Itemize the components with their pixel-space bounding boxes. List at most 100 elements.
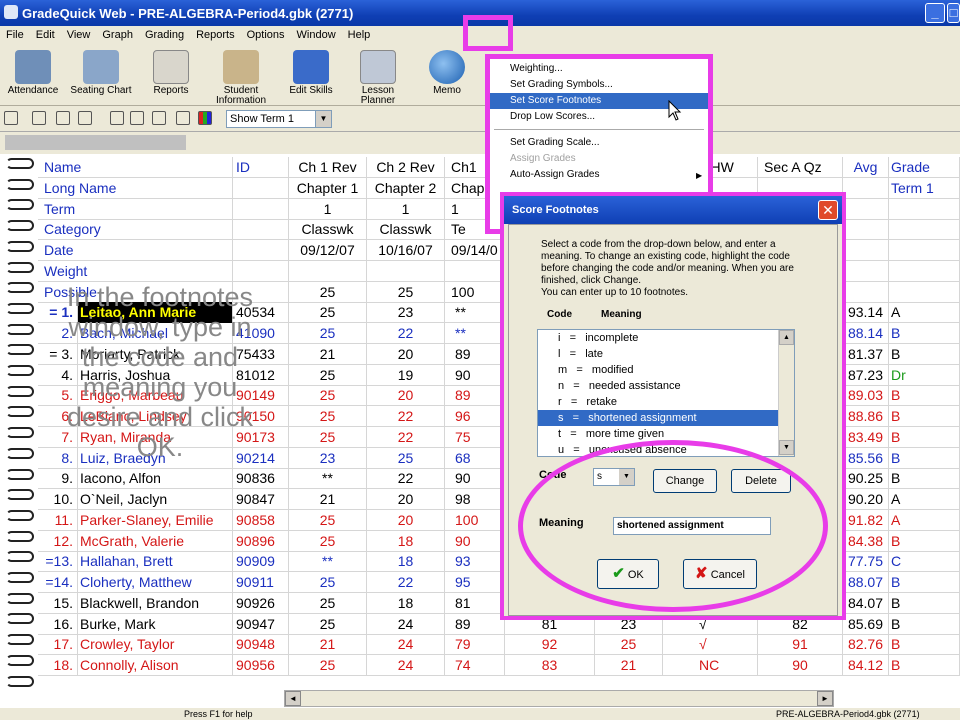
- cell-name[interactable]: Burke, Mark: [78, 613, 233, 635]
- list-item[interactable]: n = needed assistance: [538, 378, 778, 394]
- cell-label[interactable]: Weight: [38, 260, 233, 282]
- cell-avg[interactable]: [843, 281, 889, 303]
- chevron-down-icon[interactable]: ▼: [315, 111, 331, 127]
- cell-c2[interactable]: 20: [367, 343, 445, 365]
- cell-name[interactable]: Crowley, Taylor: [78, 634, 233, 656]
- cell-c2[interactable]: 20: [367, 489, 445, 510]
- cell-id[interactable]: 90896: [233, 530, 289, 552]
- cell-name[interactable]: Iacono, Alfon: [78, 468, 233, 490]
- cell-name[interactable]: Connolly, Alison: [78, 655, 233, 676]
- cell-c1[interactable]: **: [289, 468, 367, 490]
- cell-grade[interactable]: B: [889, 592, 960, 614]
- cell-num[interactable]: =14.: [38, 572, 78, 593]
- cell-name[interactable]: Cloherty, Matthew: [78, 572, 233, 593]
- cell-avg[interactable]: 84.38: [843, 530, 889, 552]
- cell-c1[interactable]: 21: [289, 634, 367, 656]
- cell-ch2rev[interactable]: Classwk: [367, 219, 445, 241]
- cell-c3[interactable]: 68: [445, 447, 505, 469]
- menu-grading[interactable]: Grading: [139, 29, 190, 41]
- cell-grade[interactable]: B: [889, 530, 960, 552]
- menu-options[interactable]: Options: [241, 29, 291, 41]
- term-select[interactable]: Show Term 1 ▼: [226, 110, 332, 128]
- cell-num[interactable]: 17.: [38, 634, 78, 656]
- cell-grade[interactable]: B: [889, 447, 960, 469]
- cell-id[interactable]: 90947: [233, 613, 289, 635]
- close-icon[interactable]: ✕: [818, 200, 838, 220]
- cell-c1[interactable]: 25: [289, 655, 367, 676]
- cell-grade[interactable]: B: [889, 323, 960, 344]
- cell-grade[interactable]: B: [889, 613, 960, 635]
- cell-c3[interactable]: 93: [445, 551, 505, 573]
- cell-c1[interactable]: 25: [289, 385, 367, 407]
- minimize-button[interactable]: _: [925, 3, 945, 23]
- cell-avg[interactable]: 85.56: [843, 447, 889, 469]
- cell-c2[interactable]: 24: [367, 613, 445, 635]
- cell-avg[interactable]: 88.07: [843, 572, 889, 593]
- cell-c3[interactable]: 89: [445, 343, 505, 365]
- cell-c2[interactable]: 20: [367, 509, 445, 531]
- cell-c1[interactable]: 25: [289, 364, 367, 386]
- cell-num[interactable]: 15.: [38, 592, 78, 614]
- cell-c3[interactable]: **: [445, 323, 505, 344]
- shuffle-icon[interactable]: [78, 111, 92, 125]
- edit-skills-button[interactable]: Edit Skills: [280, 50, 342, 96]
- cell-label[interactable]: Category: [38, 219, 233, 241]
- menu-item-grading-symbols[interactable]: Set Grading Symbols...: [490, 77, 708, 93]
- memo-button[interactable]: Memo: [416, 50, 478, 96]
- cell-num[interactable]: 11.: [38, 509, 78, 531]
- cell-c1[interactable]: 21: [289, 343, 367, 365]
- cell-ch1[interactable]: 100: [445, 281, 505, 303]
- arrow-down-icon[interactable]: [56, 111, 70, 125]
- cell-grade[interactable]: A: [889, 489, 960, 510]
- cell-ch1rev[interactable]: 1: [289, 198, 367, 220]
- list-item[interactable]: m = modified: [538, 362, 778, 378]
- cell-avg[interactable]: 82.76: [843, 634, 889, 656]
- list-scrollbar[interactable]: ▲ ▼: [778, 330, 794, 456]
- footnotes-list[interactable]: i = incomplete l = late m = modified n =…: [537, 329, 795, 457]
- cell-c2[interactable]: 22: [367, 426, 445, 448]
- cell-label[interactable]: Name: [38, 157, 233, 178]
- cell-c7[interactable]: 90: [758, 655, 843, 676]
- cell-c2[interactable]: 25: [367, 447, 445, 469]
- cell-grade[interactable]: B: [889, 468, 960, 490]
- attendance-button[interactable]: Attendance: [2, 50, 64, 96]
- cell-grade[interactable]: B: [889, 572, 960, 593]
- cell-avg[interactable]: 91.82: [843, 509, 889, 531]
- cell-ch1rev[interactable]: Chapter 1: [289, 177, 367, 199]
- cell-num[interactable]: 12.: [38, 530, 78, 552]
- cell-c2[interactable]: 18: [367, 551, 445, 573]
- table-row[interactable]: 17. Crowley, Taylor 90948 21 24 79 92 25 √ 91 82.7…: [38, 634, 960, 656]
- list-item-selected[interactable]: s = shortened assignment: [538, 410, 778, 426]
- cell-name[interactable]: McGrath, Valerie: [78, 530, 233, 552]
- cell-name[interactable]: Blackwell, Brandon: [78, 592, 233, 614]
- cell-avg[interactable]: 81.37: [843, 343, 889, 365]
- cell-avg[interactable]: [843, 240, 889, 261]
- cell-c1[interactable]: **: [289, 551, 367, 573]
- cell-id[interactable]: 90926: [233, 592, 289, 614]
- cell-c1[interactable]: 21: [289, 489, 367, 510]
- table-icon[interactable]: [152, 111, 166, 125]
- cell-c1[interactable]: 25: [289, 426, 367, 448]
- cell-c3[interactable]: 100: [445, 509, 505, 531]
- menu-edit[interactable]: Edit: [30, 29, 61, 41]
- cell-avg[interactable]: 85.69: [843, 613, 889, 635]
- cell-c3[interactable]: 90: [445, 468, 505, 490]
- cell-grade[interactable]: [889, 240, 960, 261]
- horizontal-scrollbar[interactable]: ◄ ►: [284, 690, 834, 707]
- cell-grade[interactable]: B: [889, 426, 960, 448]
- cell-ch1rev[interactable]: [289, 260, 367, 282]
- cell-avg[interactable]: [843, 219, 889, 241]
- seating-chart-button[interactable]: Seating Chart: [70, 50, 132, 96]
- cell-avg[interactable]: 93.14: [843, 302, 889, 324]
- cell-num[interactable]: 18.: [38, 655, 78, 676]
- cell-avg[interactable]: 89.03: [843, 385, 889, 407]
- cell-c1[interactable]: 25: [289, 323, 367, 344]
- cell-c3[interactable]: 79: [445, 634, 505, 656]
- cell-grade[interactable]: Grade: [889, 157, 960, 178]
- cell-id[interactable]: 90956: [233, 655, 289, 676]
- cell-id[interactable]: 90948: [233, 634, 289, 656]
- cell-c1[interactable]: 25: [289, 592, 367, 614]
- cell-grade[interactable]: B: [889, 343, 960, 365]
- cell-label[interactable]: Term: [38, 198, 233, 220]
- cell-c5[interactable]: 21: [595, 655, 663, 676]
